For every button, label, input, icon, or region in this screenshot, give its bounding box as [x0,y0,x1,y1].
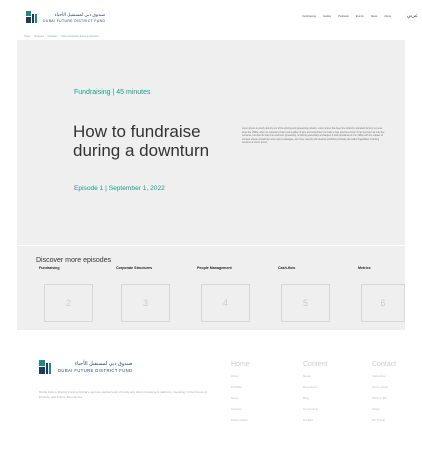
breadcrumb: Home Podcasts Podcasts How to fundraise … [24,35,102,38]
episode-card-4[interactable]: 4 [201,284,250,322]
footer-link-toolkits[interactable]: Toolkits [303,418,328,429]
footer-link-community[interactable]: Community [303,407,328,418]
footer-heading-content: Content [303,361,328,368]
footer-logo-arabic-text: صندوق دبي لمستقبل الأحياء [74,361,133,367]
footer-link-portfolio[interactable]: Portfolio [231,385,250,396]
footer-link-careers[interactable]: Careers [231,407,250,418]
category-people-management[interactable]: People Management [197,266,232,270]
footer-logo[interactable]: صندوق دبي لمستقبل الأحياء DUBAI FUTURE D… [39,360,133,374]
footer-link-partnerships[interactable]: Partnerships [231,418,250,429]
footer-link-get-in-touch[interactable]: Get in touch [372,385,396,396]
site-header: صندوق دبي لمستقبل الأحياء DUBAI FUTURE D… [17,0,418,33]
category-metrics[interactable]: Metrics [358,266,371,270]
episode-card-5[interactable]: 5 [281,284,330,322]
episode-date: Episode 1 | September 1, 2022 [74,185,165,192]
discover-section: Discover more episodes Fundraising Corpo… [17,246,405,330]
nav-item-about[interactable]: About [384,15,391,18]
episode-meta: Fundraising | 45 minutes [74,89,151,96]
page-frame: صندوق دبي لمستقبل الأحياء DUBAI FUTURE D… [17,0,418,460]
footer-link-portal[interactable]: DF Portal [372,418,396,429]
footer-link-blog[interactable]: Blog [303,396,328,407]
footer-link-resources[interactable]: Resources [303,385,328,396]
breadcrumb-podcasts[interactable]: Podcasts [34,35,44,38]
footer-link-subscribe[interactable]: Subscribe [372,374,396,385]
nav-item-podcasts[interactable]: Podcasts [338,15,349,18]
episode-card-2[interactable]: 2 [44,284,93,322]
hero-section: Fundraising | 45 minutes How to fundrais… [17,40,405,245]
footer-column-content: Content News Resources Blog Community To… [303,361,328,429]
discover-title: Discover more episodes [36,257,112,264]
category-fundraising[interactable]: Fundraising [39,266,60,270]
episode-description: Lorem ipsum is simply dummy text of the … [242,128,385,145]
footer-link-team[interactable]: Team [231,396,250,407]
logo-arabic-text: صندوق دبي لمستقبل الأحياء [54,11,106,17]
footer-link-pitch[interactable]: Pitch to DF [372,396,396,407]
site-logo[interactable]: صندوق دبي لمستقبل الأحياء DUBAI FUTURE D… [26,11,105,23]
nav-item-events[interactable]: Events [356,15,364,18]
footer-logo-english-text: DUBAI FUTURE DISTRICT FUND [58,368,133,373]
footer-column-contact: Contact Subscribe Get in touch Pitch to … [372,361,396,429]
breadcrumb-home[interactable]: Home [24,35,30,38]
breadcrumb-podcasts-2[interactable]: Podcasts [48,35,58,38]
footer-heading-home[interactable]: Home [231,361,250,368]
episode-card-3[interactable]: 3 [121,284,170,322]
footer-description: Dubai Future District Fund is Dubai's ve… [39,390,207,399]
footer-link-about[interactable]: About [231,374,250,385]
main-nav: Fundraising Guides Podcasts Events News … [302,15,391,18]
nav-item-guides[interactable]: Guides [323,15,331,18]
footer-logo-mark-icon [39,360,53,374]
breadcrumb-current: How to fundraise during a downturn [61,35,99,38]
nav-item-fundraising[interactable]: Fundraising [302,15,316,18]
logo-mark-icon [26,11,38,23]
footer-column-home: Home About Portfolio Team Careers Partne… [231,361,250,429]
site-footer: صندوق دبي لمستقبل الأحياء DUBAI FUTURE D… [17,335,405,460]
page-title: How to fundraise during a downturn [73,122,210,160]
language-toggle[interactable]: عربي [407,13,418,19]
footer-link-faqs[interactable]: FAQs [372,407,396,418]
nav-item-news[interactable]: News [371,15,378,18]
category-cash-flow[interactable]: Cash-flow [278,266,295,270]
logo-english-text: DUBAI FUTURE DISTRICT FUND [43,18,106,23]
footer-link-news[interactable]: News [303,374,328,385]
category-corporate-structures[interactable]: Corporate Structures [116,266,152,270]
footer-heading-contact: Contact [372,361,397,368]
episode-card-6[interactable]: 6 [361,284,405,322]
